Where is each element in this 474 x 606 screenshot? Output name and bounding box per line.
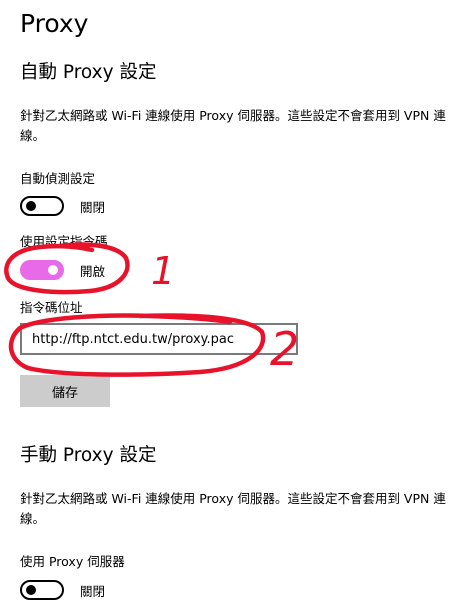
- use-proxy-server-toggle[interactable]: [20, 580, 64, 600]
- auto-proxy-heading: 自動 Proxy 設定: [20, 62, 157, 83]
- toggle-knob: [26, 201, 36, 211]
- auto-detect-row: 關閉: [20, 195, 105, 217]
- use-script-state: 開啟: [80, 263, 106, 279]
- use-script-label: 使用設定指令碼: [20, 234, 108, 249]
- auto-detect-state: 關閉: [80, 199, 106, 215]
- use-script-row: 開啟: [20, 259, 105, 281]
- toggle-knob: [48, 265, 58, 275]
- use-script-toggle[interactable]: [20, 260, 64, 280]
- script-address-input[interactable]: [20, 323, 298, 355]
- page-title: Proxy: [20, 9, 89, 38]
- use-proxy-server-row: 關閉: [20, 579, 105, 601]
- annotation-1: 1: [151, 249, 175, 293]
- toggle-knob: [26, 585, 36, 595]
- script-address-label: 指令碼位址: [20, 300, 83, 315]
- manual-proxy-description: 針對乙太網路或 Wi-Fi 連線使用 Proxy 伺服器。這些設定不會套用到 V…: [20, 491, 446, 526]
- use-proxy-server-state: 關閉: [80, 583, 106, 599]
- use-proxy-server-label: 使用 Proxy 伺服器: [20, 554, 125, 569]
- auto-detect-label: 自動偵測設定: [20, 171, 96, 186]
- manual-proxy-heading: 手動 Proxy 設定: [20, 445, 157, 466]
- save-button[interactable]: 儲存: [20, 375, 110, 407]
- auto-proxy-description: 針對乙太網路或 Wi-Fi 連線使用 Proxy 伺服器。這些設定不會套用到 V…: [20, 108, 446, 143]
- auto-detect-toggle[interactable]: [20, 196, 64, 216]
